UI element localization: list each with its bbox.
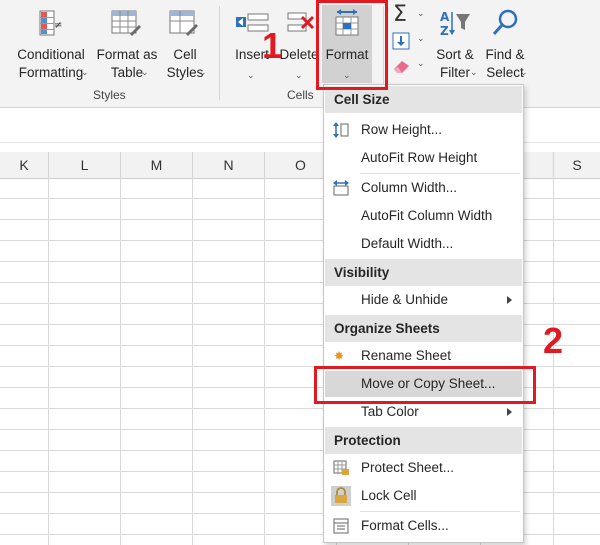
menu-item-label: Column Width... xyxy=(361,180,458,195)
eraser-icon xyxy=(394,61,409,73)
menu-item-label: AutoFit Row Height xyxy=(361,150,478,165)
chevron-down-icon: ⌄ xyxy=(470,67,478,77)
lock-icon xyxy=(331,486,351,506)
menu-item-format-cells[interactable]: Format Cells... xyxy=(325,513,522,539)
conditional-formatting-icon: ≠ xyxy=(39,10,62,36)
svg-text:≠: ≠ xyxy=(54,20,62,31)
format-dropdown-menu: Cell Size Row Height... AutoFit Row Heig… xyxy=(323,84,524,543)
menu-item-label: Default Width... xyxy=(361,236,454,251)
menu-item-label: Hide & Unhide xyxy=(361,292,449,307)
sort-filter-label: Sort & xyxy=(436,47,474,62)
cells-group-label: Cells xyxy=(287,88,314,102)
grid-line xyxy=(264,178,265,545)
format-as-table-label: Format as xyxy=(96,47,158,62)
clear-button[interactable]: ⌄ xyxy=(390,56,428,78)
menu-separator xyxy=(360,173,520,174)
chevron-down-icon: ⌄ xyxy=(417,8,425,18)
column-header-s[interactable]: S xyxy=(554,152,600,179)
search-icon xyxy=(492,9,518,35)
section-cell-size: Cell Size xyxy=(325,86,522,113)
menu-item-protect-sheet[interactable]: Protect Sheet... xyxy=(325,455,522,481)
fill-button[interactable]: ⌄ xyxy=(390,31,428,53)
grid-line xyxy=(48,178,49,545)
column-header-l[interactable]: L xyxy=(49,152,121,179)
svg-text:Z: Z xyxy=(440,24,449,38)
chevron-down-icon: ⌄ xyxy=(81,67,89,77)
chevron-down-icon: ⌄ xyxy=(199,67,207,77)
protect-sheet-icon xyxy=(333,460,349,475)
submenu-arrow-icon xyxy=(507,408,512,416)
menu-item-label: Format Cells... xyxy=(361,518,449,533)
menu-item-autofit-row-height[interactable]: AutoFit Row Height xyxy=(325,145,522,171)
section-visibility: Visibility xyxy=(325,259,522,286)
autosum-button[interactable]: Σ ⌄ xyxy=(390,2,428,28)
column-header-n[interactable]: N xyxy=(193,152,265,179)
menu-item-default-width[interactable]: Default Width... xyxy=(325,231,522,257)
rename-sheet-icon: ✸ xyxy=(334,349,345,363)
column-header-k[interactable]: K xyxy=(0,152,49,179)
row-height-icon xyxy=(333,122,349,138)
styles-group-label: Styles xyxy=(93,88,126,102)
grid-line xyxy=(192,178,193,545)
delete-cells-icon xyxy=(287,12,315,32)
chevron-down-icon: ⌄ xyxy=(295,70,303,80)
sigma-icon: Σ xyxy=(393,2,407,27)
chevron-down-icon: ⌄ xyxy=(520,67,528,77)
chevron-down-icon: ⌄ xyxy=(417,58,425,68)
menu-item-row-height[interactable]: Row Height... xyxy=(325,117,522,143)
menu-item-label: Row Height... xyxy=(361,122,443,137)
menu-item-label: AutoFit Column Width xyxy=(361,208,493,223)
svg-text:A: A xyxy=(440,10,450,24)
cell-styles-icon xyxy=(169,10,198,36)
column-header-m[interactable]: M xyxy=(121,152,193,179)
chevron-down-icon: ⌄ xyxy=(141,67,149,77)
format-as-table-icon xyxy=(111,10,141,36)
step-1-label: 1 xyxy=(262,25,283,66)
menu-item-lock-cell[interactable]: Lock Cell xyxy=(325,483,522,509)
menu-item-label: Lock Cell xyxy=(361,488,417,503)
chevron-down-icon: ⌄ xyxy=(417,33,425,43)
move-copy-highlight xyxy=(314,366,536,404)
find-select-label: Find & xyxy=(485,47,525,62)
format-cells-icon xyxy=(333,518,349,534)
menu-item-label: Rename Sheet xyxy=(361,348,452,363)
group-separator xyxy=(219,6,220,100)
menu-separator xyxy=(360,511,520,512)
section-organize-sheets: Organize Sheets xyxy=(325,315,522,342)
section-protection: Protection xyxy=(325,427,522,454)
chevron-down-icon: ⌄ xyxy=(247,70,255,80)
format-as-table-button[interactable]: Format as Table xyxy=(94,6,160,84)
grid-line xyxy=(120,178,121,545)
column-width-icon xyxy=(333,180,349,196)
menu-item-autofit-column-width[interactable]: AutoFit Column Width xyxy=(325,203,522,229)
cell-styles-label: Cell xyxy=(173,47,197,62)
sort-filter-icon: A Z xyxy=(440,10,470,38)
step-2-label: 2 xyxy=(543,320,564,361)
fill-down-icon xyxy=(392,32,410,50)
format-as-table-label-2: Table xyxy=(110,65,144,80)
format-button-highlight xyxy=(316,0,388,90)
menu-item-label: Protect Sheet... xyxy=(361,460,455,475)
submenu-arrow-icon xyxy=(507,296,512,304)
menu-item-column-width[interactable]: Column Width... xyxy=(325,175,522,201)
menu-item-label: Tab Color xyxy=(361,404,419,419)
conditional-formatting-label: Conditional xyxy=(17,47,85,62)
menu-item-hide-unhide[interactable]: Hide & Unhide xyxy=(325,287,522,313)
